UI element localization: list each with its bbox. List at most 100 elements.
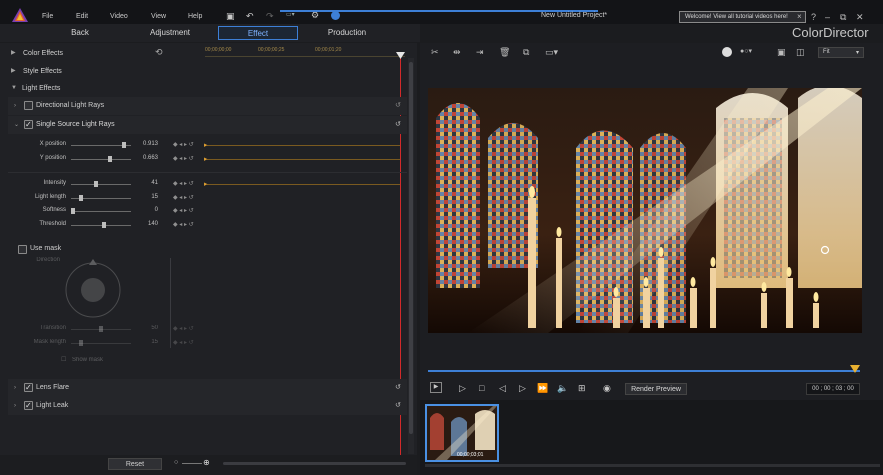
redo-icon[interactable]: ↷ (266, 11, 274, 22)
keyframe-nav-icon[interactable]: ◆ ◂ ▸ ↺ (173, 325, 194, 332)
effect-directional-light-rays[interactable]: › Directional Light Rays ↺ (8, 97, 407, 115)
compare-view-icon[interactable]: ●○▾ (740, 47, 752, 55)
split-icon[interactable]: ⇹ (453, 47, 461, 58)
keyframe-nav-icon[interactable]: ◆ ◂ ▸ ↺ (173, 339, 194, 346)
reset-effect-icon[interactable]: ↺ (395, 397, 401, 415)
keyframe-nav-icon[interactable]: ◆ ◂ ▸ ↺ (173, 155, 194, 162)
threshold-value[interactable]: 140 (138, 221, 158, 227)
render-preview-button[interactable]: Render Preview (625, 383, 687, 395)
close-icon[interactable]: ✕ (856, 12, 864, 23)
fast-forward-icon[interactable]: ⏩ (537, 383, 548, 394)
play-icon[interactable]: ▷ (459, 383, 466, 394)
trash-icon[interactable]: 🗑 (499, 47, 510, 58)
keyframe-nav-icon[interactable]: ◆ ◂ ▸ ↺ (173, 207, 194, 214)
timecode-display[interactable]: 00 ; 00 ; 03 ; 00 (806, 383, 860, 395)
minimize-icon[interactable]: – (825, 12, 830, 22)
volume-icon[interactable]: 🔈 (557, 383, 568, 394)
keyframe-nav-icon[interactable]: ◆ ◂ ▸ ↺ (173, 221, 194, 228)
reset-effect-icon[interactable]: ↺ (395, 116, 401, 134)
help-icon[interactable]: ? (811, 12, 816, 22)
intensity-slider[interactable] (71, 184, 131, 185)
snapshot-icon[interactable]: ⊞ (578, 383, 586, 394)
light-length-value[interactable]: 15 (138, 194, 158, 200)
panel-scrollbar[interactable] (408, 58, 414, 454)
cut-icon[interactable]: ✂ (431, 47, 439, 58)
undo-icon[interactable]: ↶ (246, 11, 254, 22)
effect-lens-flare[interactable]: › Lens Flare ↺ (8, 379, 407, 397)
quality-icon[interactable]: ▭▾ (286, 11, 295, 18)
zoom-select[interactable]: Fit ▾ (818, 47, 864, 58)
show-mask-checkbox[interactable]: ☐ (61, 356, 66, 363)
menu-video[interactable]: Video (110, 13, 128, 20)
next-frame-icon[interactable]: ▷ (519, 383, 526, 394)
keyframe-marker-icon[interactable]: ▸ (204, 141, 208, 149)
section-color-effects[interactable]: ▶ Color Effects (0, 45, 410, 62)
keyframe-marker-icon[interactable]: ▸ (204, 155, 208, 163)
softness-slider[interactable] (71, 211, 131, 212)
menu-view[interactable]: View (151, 13, 166, 20)
scrubber-handle-icon[interactable] (850, 365, 860, 374)
softness-value[interactable]: 0 (138, 207, 158, 213)
keyframe-nav-icon[interactable]: ◆ ◂ ▸ ↺ (173, 180, 194, 187)
menu-file[interactable]: File (42, 13, 53, 20)
y-position-slider[interactable] (71, 159, 131, 160)
single-source-checkbox[interactable] (24, 116, 33, 134)
help-circle-icon[interactable] (331, 11, 340, 20)
tab-adjustment[interactable]: Adjustment (140, 26, 200, 40)
intensity-value[interactable]: 41 (138, 180, 158, 186)
menu-help[interactable]: Help (188, 13, 202, 20)
direction-dial[interactable] (63, 258, 123, 320)
effect-light-leak[interactable]: › Light Leak ↺ (8, 397, 407, 415)
zoom-out-icon[interactable]: ○ (174, 459, 178, 466)
video-preview[interactable] (428, 88, 862, 333)
tab-effect[interactable]: Effect (218, 26, 298, 40)
section-style-effects[interactable]: ▶ Style Effects (0, 63, 410, 80)
directional-light-rays-checkbox[interactable] (24, 101, 33, 110)
zoom-in-icon[interactable]: ⊕ (203, 458, 210, 467)
transition-value[interactable]: 50 (138, 325, 158, 331)
lens-flare-checkbox[interactable] (24, 379, 33, 397)
maximize-icon[interactable]: ⧉ (840, 12, 846, 23)
intensity-slider-thumb[interactable] (93, 181, 98, 187)
x-position-slider-thumb[interactable] (122, 142, 127, 148)
media-thumbnail[interactable]: 00;00;03;01 (425, 404, 499, 462)
menu-edit[interactable]: Edit (76, 13, 88, 20)
keyframe-nav-icon[interactable]: ◆ ◂ ▸ ↺ (173, 194, 194, 201)
display-icon[interactable]: ▭▾ (545, 47, 558, 58)
save-icon[interactable]: ▣ (226, 11, 235, 22)
use-mask-checkbox[interactable] (18, 245, 27, 254)
effect-single-source-light-rays[interactable]: ⌄ Single Source Light Rays ↺ (8, 116, 407, 134)
softness-slider-thumb[interactable] (71, 208, 75, 214)
trim-icon[interactable]: ⇥ (476, 47, 484, 58)
preview-scrubber[interactable] (428, 370, 860, 372)
reset-effect-icon[interactable]: ↺ (395, 379, 401, 397)
keyframe-marker-icon[interactable]: ▸ (204, 180, 208, 188)
reset-effect-icon[interactable]: ↺ (395, 97, 401, 115)
light-length-slider-thumb[interactable] (79, 195, 84, 201)
horizontal-scrollbar[interactable] (223, 462, 406, 465)
fullscreen-icon[interactable]: ▶ (430, 382, 442, 393)
transition-slider-thumb[interactable] (99, 326, 103, 332)
scrollbar-thumb[interactable] (409, 62, 413, 434)
back-button[interactable]: Back (55, 26, 105, 40)
side-view-icon[interactable]: ◫ (796, 47, 805, 58)
reset-button[interactable]: Reset (108, 458, 162, 470)
light-leak-checkbox[interactable] (24, 397, 33, 415)
mono-view-icon[interactable] (722, 47, 732, 57)
y-position-slider-thumb[interactable] (108, 156, 113, 162)
prev-frame-icon[interactable]: ◁ (499, 383, 506, 394)
keyframe-nav-icon[interactable]: ◆ ◂ ▸ ↺ (173, 141, 194, 148)
y-position-value[interactable]: 0.663 (138, 155, 158, 161)
zoom-slider[interactable] (182, 463, 202, 464)
mask-length-slider-thumb[interactable] (79, 340, 84, 346)
stop-icon[interactable]: □ (479, 383, 484, 393)
section-light-effects[interactable]: ▼ Light Effects (0, 80, 410, 97)
mask-length-value[interactable]: 15 (138, 339, 158, 345)
split-view-icon[interactable]: ▣ (777, 47, 786, 58)
crop-icon[interactable]: ⧉ (523, 47, 529, 58)
tab-production[interactable]: Production (317, 26, 377, 40)
close-notice-icon[interactable]: × (797, 12, 802, 21)
notice-box[interactable]: Welcome! View all tutorial videos here! … (679, 11, 806, 23)
filmstrip-scrollbar[interactable] (425, 464, 880, 467)
render-icon[interactable]: ◉ (603, 383, 611, 394)
